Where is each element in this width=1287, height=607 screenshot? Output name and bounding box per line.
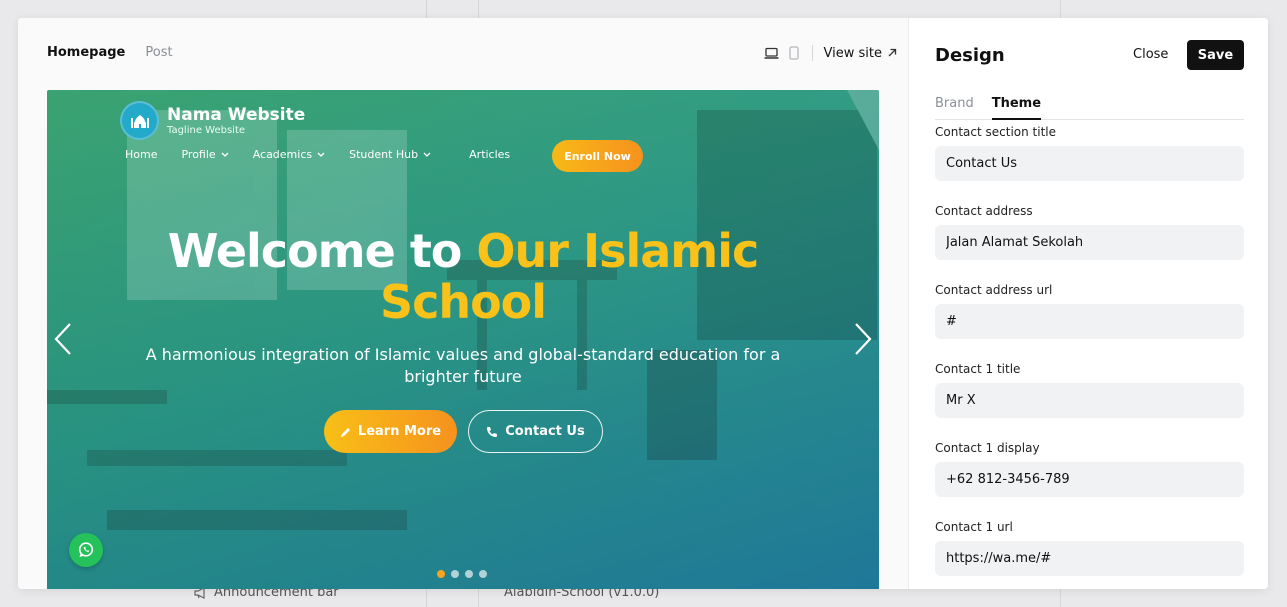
nav-label: Profile [181, 148, 216, 161]
learn-more-button[interactable]: Learn More [324, 410, 457, 453]
field-label: Contact section title [935, 125, 1056, 139]
close-button[interactable]: Close [1133, 47, 1168, 62]
mobile-view-icon[interactable] [786, 45, 802, 61]
field-label: Contact address url [935, 283, 1053, 297]
contact-1-display-field: Contact 1 display [935, 440, 1244, 519]
contact-section-title-field: Contact section title [935, 124, 1244, 203]
mosque-logo-icon [120, 101, 159, 140]
contact-1-title-input[interactable] [935, 383, 1244, 418]
desktop-view-icon[interactable] [764, 45, 780, 61]
nav-label: Articles [469, 148, 511, 161]
view-toolbar: View site [758, 45, 897, 61]
contact-1-url-field: Contact 1 url [935, 519, 1244, 589]
site-name: Nama Website [167, 104, 306, 125]
nav-label: Home [125, 148, 158, 161]
panel-tabs: Brand Theme [935, 96, 1244, 120]
tab-theme[interactable]: Theme [991, 96, 1042, 120]
hero-subtitle: A harmonious integration of Islamic valu… [145, 345, 781, 386]
field-label: Contact address [935, 204, 1033, 218]
panel-title: Design [935, 45, 1005, 66]
whatsapp-icon [78, 542, 94, 557]
carousel-next-icon[interactable] [853, 322, 873, 356]
external-link-icon [888, 48, 897, 57]
website-preview: Nama Website Tagline Website Home Profil… [47, 90, 879, 589]
site-brand[interactable]: Nama Website Tagline Website [120, 101, 305, 140]
nav-item-student-hub[interactable]: Student Hub [349, 148, 431, 161]
chevron-down-icon [423, 152, 431, 157]
view-site-link[interactable]: View site [824, 46, 897, 61]
toolbar-divider [811, 45, 813, 61]
nav-item-home[interactable]: Home [125, 148, 157, 161]
field-label: Contact 1 url [935, 520, 1013, 534]
carousel-dot[interactable] [479, 570, 487, 578]
classroom-background [47, 90, 879, 530]
chevron-down-icon [221, 152, 229, 157]
nav-item-academics[interactable]: Academics [253, 148, 325, 161]
hero-title: Welcome to Our Islamic School [47, 226, 879, 328]
carousel-dot[interactable] [465, 570, 473, 578]
contact-us-label: Contact Us [505, 424, 585, 439]
learn-more-label: Learn More [357, 424, 442, 439]
site-tagline: Tagline Website [167, 124, 246, 136]
contact-1-display-input[interactable] [935, 462, 1244, 497]
tab-post[interactable]: Post [145, 45, 172, 60]
tab-brand[interactable]: Brand [935, 96, 974, 119]
contact-1-url-input[interactable] [935, 541, 1244, 576]
contact-section-title-input[interactable] [935, 146, 1244, 181]
save-button[interactable]: Save [1187, 40, 1244, 70]
design-panel: Design Close Save Brand Theme Contact se… [908, 18, 1268, 589]
chevron-down-icon [317, 152, 325, 157]
nav-item-profile[interactable]: Profile [181, 148, 229, 161]
page-tabs: Homepage Post [47, 45, 173, 60]
whatsapp-button[interactable] [69, 533, 103, 567]
contact-us-button[interactable]: Contact Us [468, 410, 603, 453]
carousel-dot[interactable] [437, 570, 445, 578]
preview-pane: Homepage Post View site Nama Website Tag… [18, 18, 908, 589]
nav-item-articles[interactable]: Articles [469, 148, 510, 161]
hero-title-plain: Welcome to [167, 224, 463, 278]
contact-1-title-field: Contact 1 title [935, 361, 1244, 440]
nav-label: Student Hub [349, 148, 419, 161]
view-site-label: View site [823, 45, 882, 61]
hero-title-accent: School [379, 275, 547, 329]
phone-icon [487, 426, 498, 437]
field-label: Contact 1 display [935, 441, 1040, 455]
hero-title-accent: Our Islamic [476, 224, 759, 278]
site-nav: Home Profile Academics Student Hub Artic… [125, 148, 534, 161]
contact-address-input[interactable] [935, 225, 1244, 260]
contact-address-url-input[interactable] [935, 304, 1244, 339]
carousel-dot[interactable] [451, 570, 459, 578]
carousel-prev-icon[interactable] [53, 322, 73, 356]
contact-address-field: Contact address [935, 203, 1244, 282]
field-label: Contact 1 title [935, 362, 1021, 376]
nav-label: Academics [252, 148, 313, 161]
carousel-dots [437, 570, 487, 578]
contact-address-url-field: Contact address url [935, 282, 1244, 361]
pencil-icon [340, 427, 350, 437]
tab-homepage[interactable]: Homepage [47, 45, 125, 60]
theme-fields: Contact section title Contact address Co… [935, 124, 1244, 589]
enroll-now-button[interactable]: Enroll Now [552, 140, 643, 172]
design-modal: Homepage Post View site Nama Website Tag… [18, 18, 1268, 589]
